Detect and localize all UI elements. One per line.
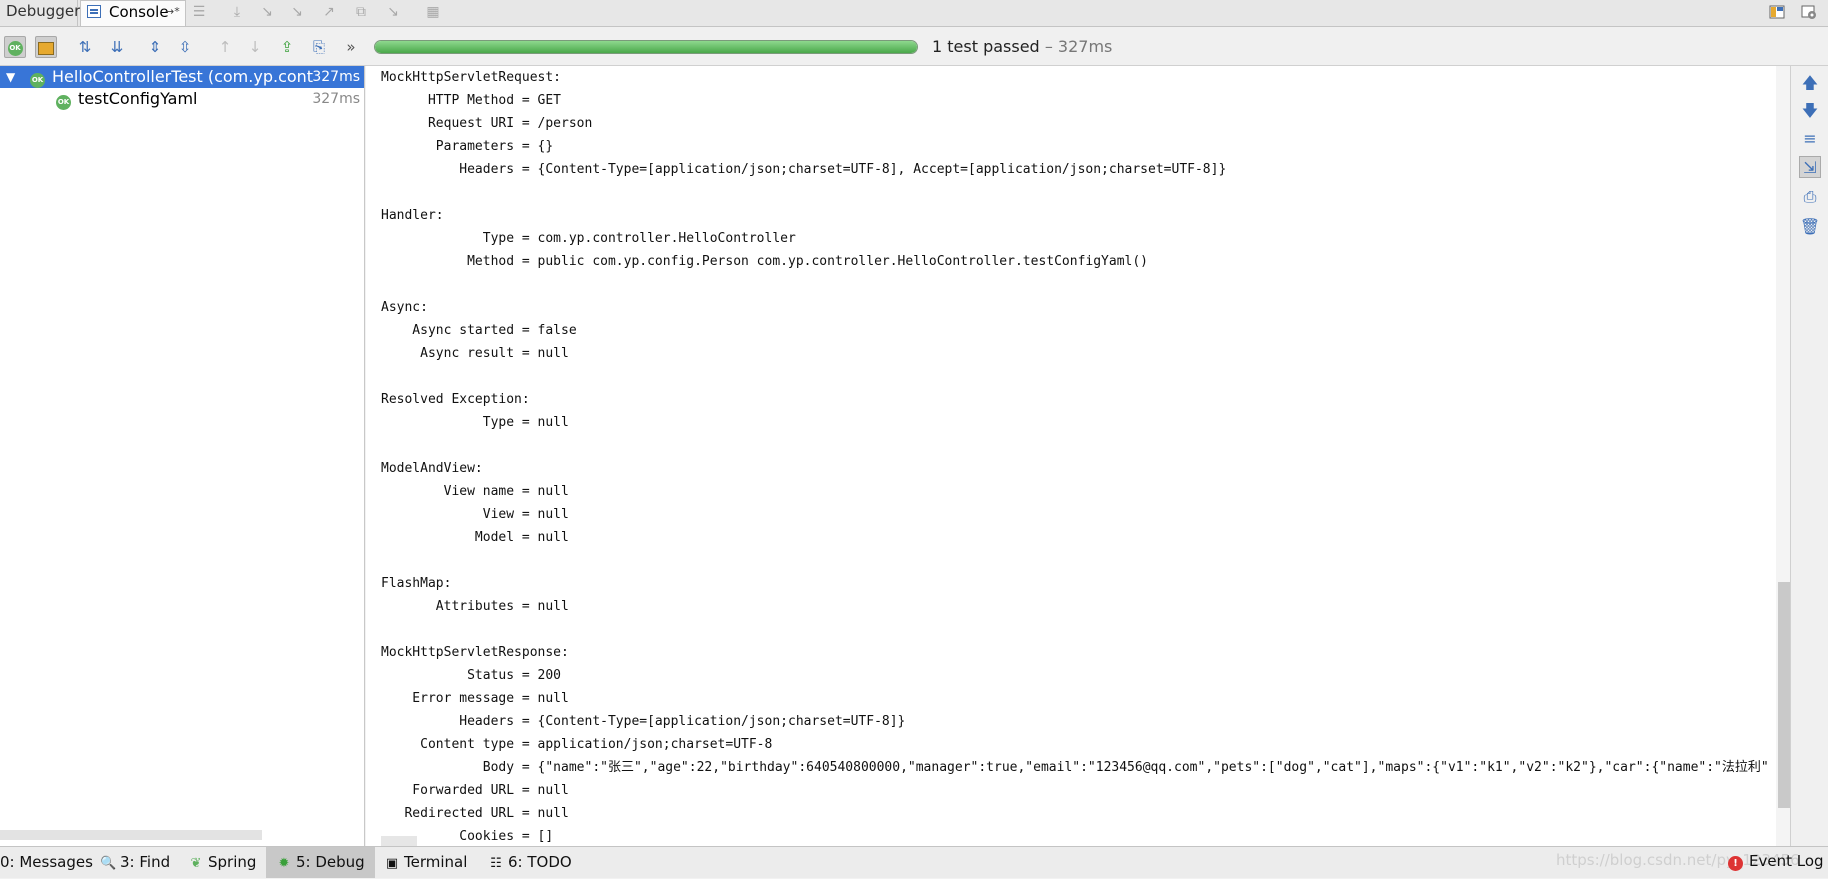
show-passed-button[interactable]: OK	[4, 36, 26, 58]
tab-debugger[interactable]: Debugger	[0, 0, 80, 26]
console-output[interactable]: MockHttpServletRequest: HTTP Method = GE…	[366, 66, 1790, 846]
bug-icon: ✹	[278, 856, 290, 871]
soft-wrap-icon: ≡	[1803, 129, 1817, 148]
tree-item-label: testConfigYaml	[78, 89, 198, 108]
search-icon: 🔍	[100, 856, 117, 871]
more-button[interactable]: »	[340, 36, 362, 58]
drop-frame-icon[interactable]: ⧉	[352, 3, 370, 21]
expand-all-icon: ⇕	[148, 38, 162, 56]
test-tree: ▼ OK HelloControllerTest (com.yp.control…	[0, 66, 365, 846]
show-ignored-button[interactable]	[35, 36, 57, 58]
tree-item-time: 327ms	[312, 69, 360, 85]
expand-arrow-icon[interactable]: ▼	[6, 66, 15, 88]
console-icon	[87, 5, 101, 18]
evaluate-expression-icon[interactable]: ▦	[424, 3, 442, 21]
force-step-into-icon[interactable]: ↘	[288, 3, 306, 21]
spring-tool-button[interactable]: ❦ Spring	[188, 847, 257, 878]
terminal-tool-button[interactable]: ▣ Terminal	[384, 847, 468, 878]
tree-item-time: 327ms	[312, 91, 360, 107]
console-horizontal-scrollbar[interactable]	[381, 836, 417, 846]
event-log-button[interactable]: ! Event Log	[1728, 852, 1824, 871]
test-status: 1 test passed – 327ms	[932, 37, 1112, 56]
ignored-icon	[38, 42, 54, 55]
tree-item-testconfigyaml[interactable]: OK testConfigYaml 327ms	[0, 88, 364, 110]
step-out-icon[interactable]: ↗	[320, 3, 338, 21]
console-scroll-thumb[interactable]	[1778, 582, 1790, 808]
test-progress-bar	[374, 40, 918, 54]
sort-by-duration-button[interactable]: ⇊	[106, 36, 128, 58]
sort-az-icon: ⇅	[78, 38, 92, 56]
printer-icon: ⎙	[1803, 187, 1817, 206]
passed-icon: OK	[56, 91, 71, 113]
import-icon: ⎘	[312, 38, 325, 56]
test-progress-fill	[375, 41, 917, 53]
console-text: MockHttpServletRequest: HTTP Method = GE…	[381, 70, 1769, 844]
tree-horizontal-scrollbar[interactable]	[0, 830, 262, 840]
spring-leaf-icon: ❦	[190, 856, 202, 871]
ok-icon: OK	[7, 41, 23, 56]
todo-tool-button[interactable]: ☷ 6: TODO	[488, 847, 572, 878]
layout-icon[interactable]	[1768, 3, 1786, 21]
settings-icon[interactable]	[1800, 3, 1818, 21]
print-button[interactable]: ⎙	[1799, 186, 1821, 208]
terminal-icon: ▣	[385, 856, 399, 871]
find-tool-button[interactable]: 🔍 3: Find	[100, 847, 170, 878]
todo-icon: ☷	[490, 856, 502, 871]
tree-item-hellocontrollertest[interactable]: ▼ OK HelloControllerTest (com.yp.control…	[0, 66, 364, 88]
status-text: 1 test passed	[932, 37, 1040, 56]
tree-item-label: HelloControllerTest (com.yp.controller)	[52, 67, 314, 86]
arrow-up-icon: ↑	[218, 38, 232, 56]
previous-failed-button[interactable]: ↑	[214, 36, 236, 58]
scroll-to-end-icon: ⇲	[1803, 158, 1817, 177]
messages-tool-button[interactable]: 0: Messages	[0, 847, 93, 878]
collapse-all-icon: ⇳	[178, 38, 192, 56]
run-to-cursor-icon[interactable]: ↘	[384, 3, 402, 21]
soft-wrap-button[interactable]: ≡	[1799, 128, 1821, 150]
error-icon: !	[1728, 856, 1743, 871]
collapse-all-button[interactable]: ⇳	[174, 36, 196, 58]
show-execution-point-icon[interactable]: ☰	[190, 3, 208, 21]
export-results-button[interactable]: ⇪	[276, 36, 298, 58]
next-failed-button[interactable]: ↓	[244, 36, 266, 58]
console-side-toolbar: 🡅 🡇 ≡ ⇲ ⎙ 🗑	[1790, 66, 1828, 846]
arrow-down-icon: ↓	[248, 38, 262, 56]
trash-icon: 🗑	[1799, 217, 1821, 236]
down-button[interactable]: 🡇	[1799, 100, 1821, 122]
tool-window-bar: 0: Messages 🔍 3: Find ❦ Spring ✹ 5: Debug ▣…	[0, 846, 1828, 878]
clear-all-button[interactable]: 🗑	[1799, 216, 1821, 238]
step-into-icon[interactable]: ↘	[258, 3, 276, 21]
arrow-up-icon: 🡅	[1801, 73, 1819, 92]
sort-duration-icon: ⇊	[110, 38, 124, 56]
import-results-button[interactable]: ⎘	[308, 36, 330, 58]
status-duration: – 327ms	[1044, 37, 1113, 56]
sort-alphabetically-button[interactable]: ⇅	[74, 36, 96, 58]
chevron-double-right-icon: »	[346, 38, 356, 56]
tab-console[interactable]: Console →*	[80, 0, 186, 26]
expand-all-button[interactable]: ⇕	[144, 36, 166, 58]
step-over-icon[interactable]: ⤓	[228, 3, 246, 21]
arrow-down-icon: 🡇	[1801, 101, 1819, 120]
tab-console-label: Console	[109, 3, 169, 21]
export-icon: ⇪	[280, 38, 294, 56]
scroll-to-end-button[interactable]: ⇲	[1799, 156, 1821, 178]
debug-tool-button[interactable]: ✹ 5: Debug	[266, 847, 375, 878]
up-button[interactable]: 🡅	[1799, 72, 1821, 94]
tool-window-tabbar: Debugger Console →* ☰ ⤓ ↘ ↘ ↗ ⧉ ↘ ▦	[0, 0, 1828, 27]
pin-icon[interactable]: →*	[165, 1, 180, 23]
